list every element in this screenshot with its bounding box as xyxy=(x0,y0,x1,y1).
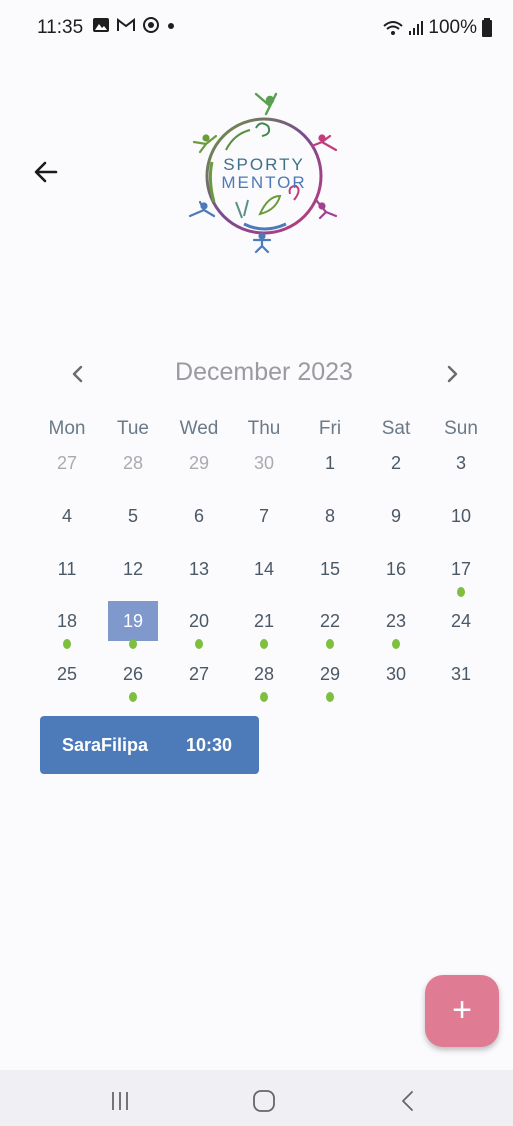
calendar-day[interactable]: 4 xyxy=(42,496,92,536)
event-dot xyxy=(457,587,465,597)
calendar-day[interactable]: 18 xyxy=(42,601,92,641)
month-label: December 2023 xyxy=(175,358,353,386)
status-notification-icons xyxy=(92,16,176,34)
weekday-label: Sun xyxy=(444,418,478,439)
arrow-left-icon[interactable] xyxy=(30,156,62,188)
weekday-label: Thu xyxy=(247,418,281,439)
calendar-day[interactable]: 5 xyxy=(108,496,158,536)
chevron-right-icon[interactable] xyxy=(440,360,464,388)
calendar-day[interactable]: 23 xyxy=(371,601,421,641)
weekday-label: Fri xyxy=(318,418,342,439)
calendar-day[interactable]: 24 xyxy=(436,601,486,641)
calendar-day[interactable]: 27 xyxy=(42,443,92,483)
calendar-day[interactable]: 30 xyxy=(371,654,421,694)
event-dot xyxy=(63,639,71,649)
calendar-day[interactable]: 29 xyxy=(174,443,224,483)
calendar-day[interactable]: 28 xyxy=(239,654,289,694)
calendar-day[interactable]: 17 xyxy=(436,549,486,589)
calendar-day[interactable]: 25 xyxy=(42,654,92,694)
signal-icon xyxy=(409,21,424,35)
calendar-day[interactable]: 29 xyxy=(305,654,355,694)
calendar-day[interactable]: 7 xyxy=(239,496,289,536)
calendar-day[interactable]: 1 xyxy=(305,443,355,483)
logo-text-line-2: MENTOR xyxy=(221,173,306,192)
event-dot xyxy=(260,639,268,649)
calendar-day[interactable]: 3 xyxy=(436,443,486,483)
sync-icon xyxy=(143,17,159,33)
home-icon[interactable] xyxy=(252,1090,276,1112)
calendar-day[interactable]: 2 xyxy=(371,443,421,483)
event-dot xyxy=(392,639,400,649)
calendar-day[interactable]: 8 xyxy=(305,496,355,536)
calendar-day[interactable]: 11 xyxy=(42,549,92,589)
recents-icon[interactable] xyxy=(108,1090,132,1112)
calendar-day[interactable]: 30 xyxy=(239,443,289,483)
battery-icon xyxy=(482,18,492,37)
calendar-day[interactable]: 15 xyxy=(305,549,355,589)
add-event-button[interactable]: + xyxy=(425,975,499,1047)
calendar-day[interactable]: 28 xyxy=(108,443,158,483)
calendar-day[interactable]: 31 xyxy=(436,654,486,694)
calendar-day[interactable]: 20 xyxy=(174,601,224,641)
status-right: 100% xyxy=(382,17,493,39)
dot-icon xyxy=(168,23,174,29)
wifi-icon xyxy=(383,21,404,35)
calendar-day[interactable]: 14 xyxy=(239,549,289,589)
event-card[interactable]: SaraFilipa 10:30 xyxy=(40,716,259,774)
event-dot xyxy=(195,639,203,649)
calendar-day[interactable]: 13 xyxy=(174,549,224,589)
weekday-label: Wed xyxy=(179,418,219,439)
calendar-day[interactable]: 6 xyxy=(174,496,224,536)
calendar-day-selected[interactable]: 19 xyxy=(108,601,158,641)
event-dot xyxy=(326,639,334,649)
logo-text-line-1: SPORTY xyxy=(223,155,305,174)
weekday-label: Mon xyxy=(48,418,86,439)
status-bar: 11:35 100% xyxy=(0,0,513,56)
calendar-day[interactable]: 21 xyxy=(239,601,289,641)
calendar-day[interactable]: 27 xyxy=(174,654,224,694)
event-dot xyxy=(129,692,137,702)
sporty-mentor-logo: SPORTY MENTOR xyxy=(188,92,338,254)
calendar-day[interactable]: 9 xyxy=(371,496,421,536)
battery-percent: 100% xyxy=(428,17,477,38)
calendar-day[interactable]: 26 xyxy=(108,654,158,694)
image-icon xyxy=(93,18,109,32)
gmail-icon xyxy=(117,18,135,31)
event-time: 10:30 xyxy=(186,735,233,755)
event-name: SaraFilipa xyxy=(62,735,149,755)
calendar-day[interactable]: 22 xyxy=(305,601,355,641)
status-time: 11:35 xyxy=(37,17,84,38)
calendar-day[interactable]: 10 xyxy=(436,496,486,536)
event-dot xyxy=(129,639,137,649)
back-icon[interactable] xyxy=(398,1090,416,1112)
event-dot xyxy=(260,692,268,702)
event-dot xyxy=(326,692,334,702)
calendar-day[interactable]: 12 xyxy=(108,549,158,589)
weekday-label: Tue xyxy=(116,418,150,439)
calendar-day[interactable]: 16 xyxy=(371,549,421,589)
weekday-label: Sat xyxy=(381,418,411,439)
